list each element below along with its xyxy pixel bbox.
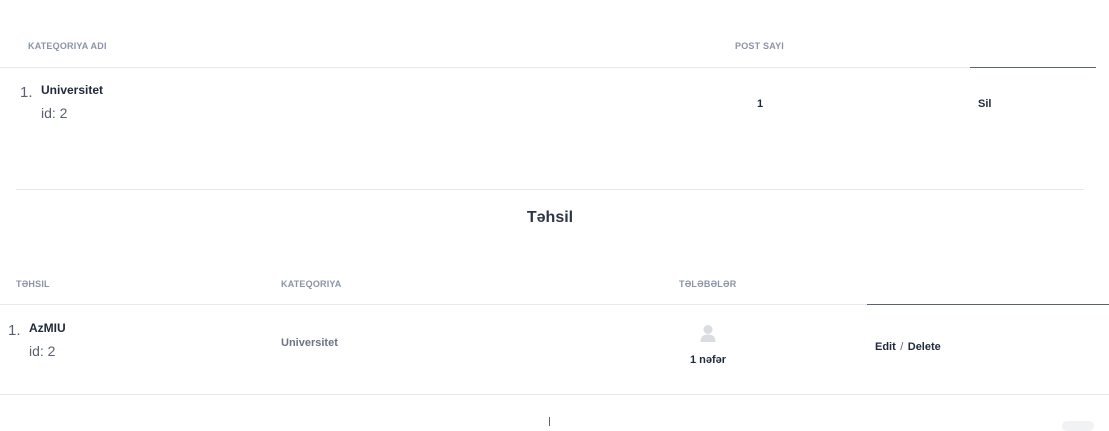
delete-link[interactable]: Delete bbox=[908, 341, 941, 353]
header-divider bbox=[0, 67, 970, 68]
category-name: Universitet bbox=[41, 83, 104, 97]
row-index: 1. bbox=[20, 84, 33, 101]
category-id: id: 2 bbox=[41, 105, 68, 121]
column-header-category: KATEQORIYA bbox=[281, 279, 342, 289]
user-avatar-icon bbox=[700, 324, 716, 342]
header-divider-accent bbox=[867, 304, 1109, 305]
post-count: 1 bbox=[757, 98, 764, 110]
column-header-post-count: POST SAYI bbox=[735, 41, 784, 51]
education-id: id: 2 bbox=[29, 343, 56, 359]
header-divider bbox=[0, 304, 867, 305]
actions-separator: / bbox=[900, 341, 904, 353]
delete-category-button[interactable]: Sil bbox=[978, 98, 991, 110]
edit-link[interactable]: Edit bbox=[875, 341, 896, 353]
column-header-category-name: KATEQORIYA ADI bbox=[28, 41, 107, 51]
column-header-students: TƏLƏBƏLƏR bbox=[679, 279, 737, 289]
education-name: AzMIU bbox=[29, 321, 66, 335]
column-header-education: TƏHSIL bbox=[16, 279, 50, 289]
row-index: 1. bbox=[8, 322, 21, 339]
floating-button-edge[interactable] bbox=[1062, 421, 1094, 431]
section-title: Təhsil bbox=[526, 209, 574, 226]
section-divider bbox=[16, 189, 1084, 190]
student-count: 1 nəfər bbox=[689, 354, 727, 366]
header-divider-accent bbox=[970, 67, 1096, 68]
text-cursor-indicator bbox=[549, 417, 550, 426]
row-actions: Edit / Delete bbox=[875, 337, 941, 355]
education-category: Universitet bbox=[281, 337, 338, 349]
table-bottom-divider bbox=[0, 394, 1109, 395]
